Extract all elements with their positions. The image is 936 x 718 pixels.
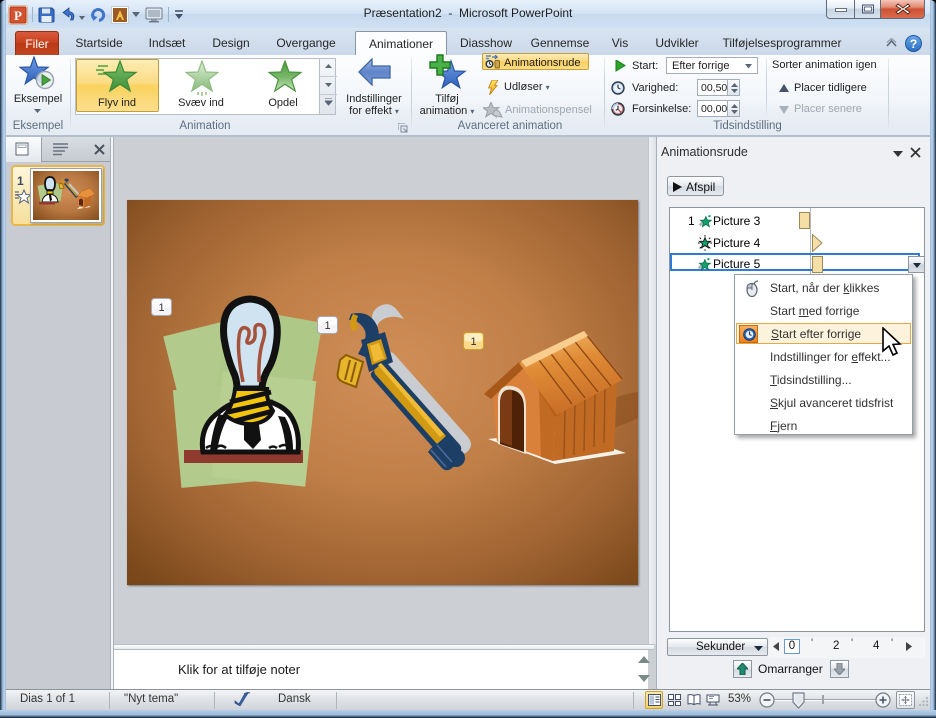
svg-text:1: 1	[470, 336, 476, 348]
svg-text:?: ?	[910, 37, 917, 51]
svg-text:1: 1	[158, 302, 164, 314]
svg-text:1: 1	[324, 320, 330, 332]
svg-text:P: P	[14, 8, 22, 23]
